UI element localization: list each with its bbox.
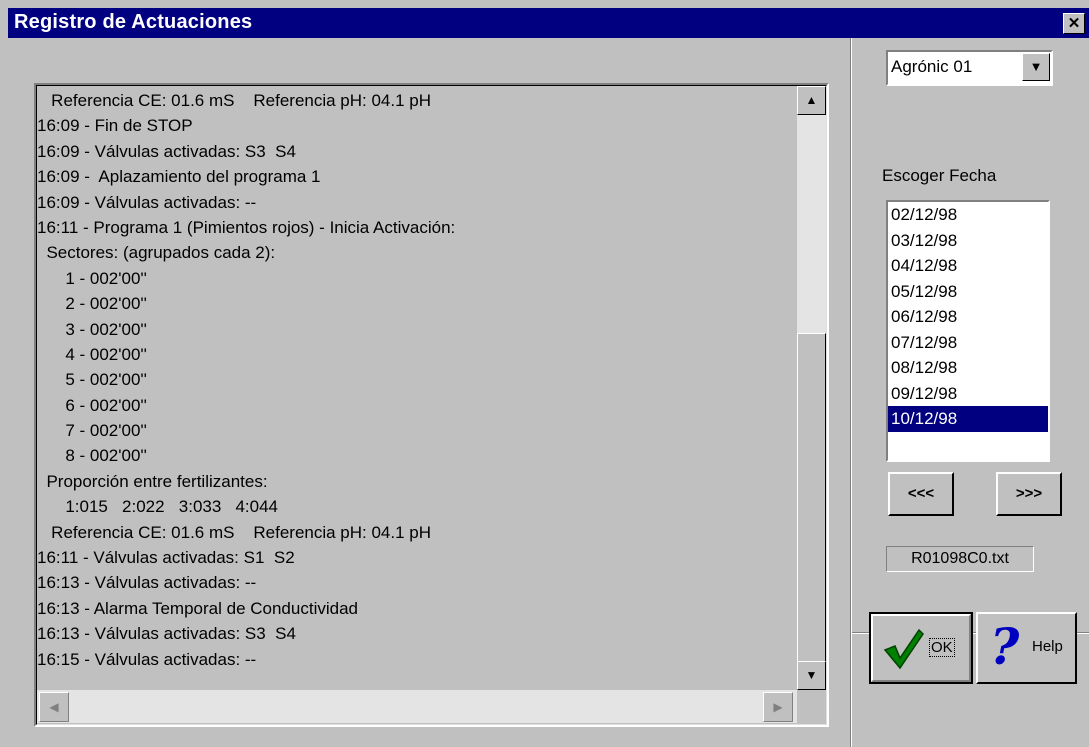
close-button[interactable]: ✕ <box>1063 13 1085 34</box>
dropdown-arrow-icon[interactable]: ▼ <box>1022 53 1050 81</box>
horizontal-scrollbar[interactable]: ◀ ▶ <box>37 690 797 723</box>
log-line: 7 - 002'00'' <box>37 421 147 441</box>
help-label: Help <box>1032 638 1063 655</box>
scroll-left-button[interactable]: ◀ <box>39 692 69 722</box>
log-line: 16:15 - Válvulas activadas: -- <box>37 649 257 669</box>
device-select-value: Agrónic 01 <box>891 57 973 76</box>
log-line: 3 - 002'00'' <box>37 319 147 339</box>
log-line: 16:09 - Válvulas activadas: -- <box>37 192 257 212</box>
log-line: 16:09 - Válvulas activadas: S3 S4 <box>37 141 296 161</box>
next-dates-button[interactable]: >>> <box>996 472 1062 516</box>
log-line: Referencia CE: 01.6 mS Referencia pH: 04… <box>37 91 432 110</box>
log-line: 16:13 - Válvulas activadas: S3 S4 <box>37 624 296 644</box>
scroll-corner <box>797 690 826 723</box>
scroll-down-button[interactable]: ▼ <box>797 661 826 690</box>
scroll-right-button[interactable]: ▶ <box>763 692 793 722</box>
log-line: 16:13 - Válvulas activadas: -- <box>37 573 257 593</box>
svg-text:?: ? <box>990 620 1020 672</box>
scroll-up-button[interactable]: ▲ <box>797 86 826 115</box>
ok-label: OK <box>929 638 955 657</box>
log-line: 1:015 2:022 3:033 4:044 <box>37 497 279 517</box>
log-panel: Referencia CE: 01.6 mS Referencia pH: 04… <box>34 83 829 727</box>
help-button[interactable]: ? Help <box>976 612 1077 684</box>
date-list-item[interactable]: 02/12/98 <box>888 202 1048 228</box>
date-list[interactable]: 02/12/98 03/12/98 04/12/98 05/12/98 06/12/98… <box>886 200 1050 462</box>
log-line: 5 - 002'00'' <box>37 370 147 390</box>
checkmark-icon <box>883 628 924 670</box>
date-list-item[interactable]: 09/12/98 <box>888 381 1048 407</box>
date-list-item[interactable]: 08/12/98 <box>888 355 1048 381</box>
log-line: Sectores: (agrupados cada 2): <box>37 243 276 263</box>
log-line: 16:11 - Válvulas activadas: S1 S2 <box>37 548 295 568</box>
log-line: 1 - 002'00'' <box>37 268 147 288</box>
date-list-item[interactable]: 07/12/98 <box>888 330 1048 356</box>
date-list-item[interactable]: 06/12/98 <box>888 304 1048 330</box>
log-text[interactable]: Referencia CE: 01.6 mS Referencia pH: 04… <box>37 88 797 686</box>
log-line: 6 - 002'00'' <box>37 395 147 415</box>
scroll-thumb[interactable] <box>797 333 826 665</box>
log-line: Referencia CE: 01.6 mS Referencia pH: 04… <box>37 522 432 542</box>
log-line: 16:09 - Aplazamiento del programa 1 <box>37 167 321 187</box>
window-title: Registro de Actuaciones <box>14 11 253 33</box>
ok-button[interactable]: OK <box>869 612 973 684</box>
divider-highlight <box>851 38 852 747</box>
date-picker-label: Escoger Fecha <box>882 166 997 185</box>
date-list-item[interactable]: 03/12/98 <box>888 228 1048 254</box>
log-line: 4 - 002'00'' <box>37 344 147 364</box>
prev-dates-button[interactable]: <<< <box>888 472 954 516</box>
device-select[interactable]: Agrónic 01 ▼ <box>886 50 1053 86</box>
log-line: 2 - 002'00'' <box>37 294 147 314</box>
log-line: 16:09 - Fin de STOP <box>37 116 193 136</box>
log-line: 8 - 002'00'' <box>37 446 147 466</box>
date-list-item[interactable]: 05/12/98 <box>888 279 1048 305</box>
log-viewport: Referencia CE: 01.6 mS Referencia pH: 04… <box>36 85 827 725</box>
date-list-item[interactable]: 10/12/98 <box>888 406 1048 432</box>
date-list-item[interactable]: 04/12/98 <box>888 253 1048 279</box>
title-bar: Registro de Actuaciones ✕ <box>8 8 1089 38</box>
log-line: 16:11 - Programa 1 (Pimientos rojos) - I… <box>37 217 456 237</box>
log-line: Proporción entre fertilizantes: <box>37 471 268 491</box>
log-line: 16:13 - Alarma Temporal de Conductividad <box>37 598 358 618</box>
ok-button-face: OK <box>871 614 971 682</box>
file-name-display: R01098C0.txt <box>886 546 1034 572</box>
question-mark-icon: ? <box>990 620 1020 672</box>
vertical-scrollbar[interactable]: ▲ ▼ <box>797 86 826 690</box>
